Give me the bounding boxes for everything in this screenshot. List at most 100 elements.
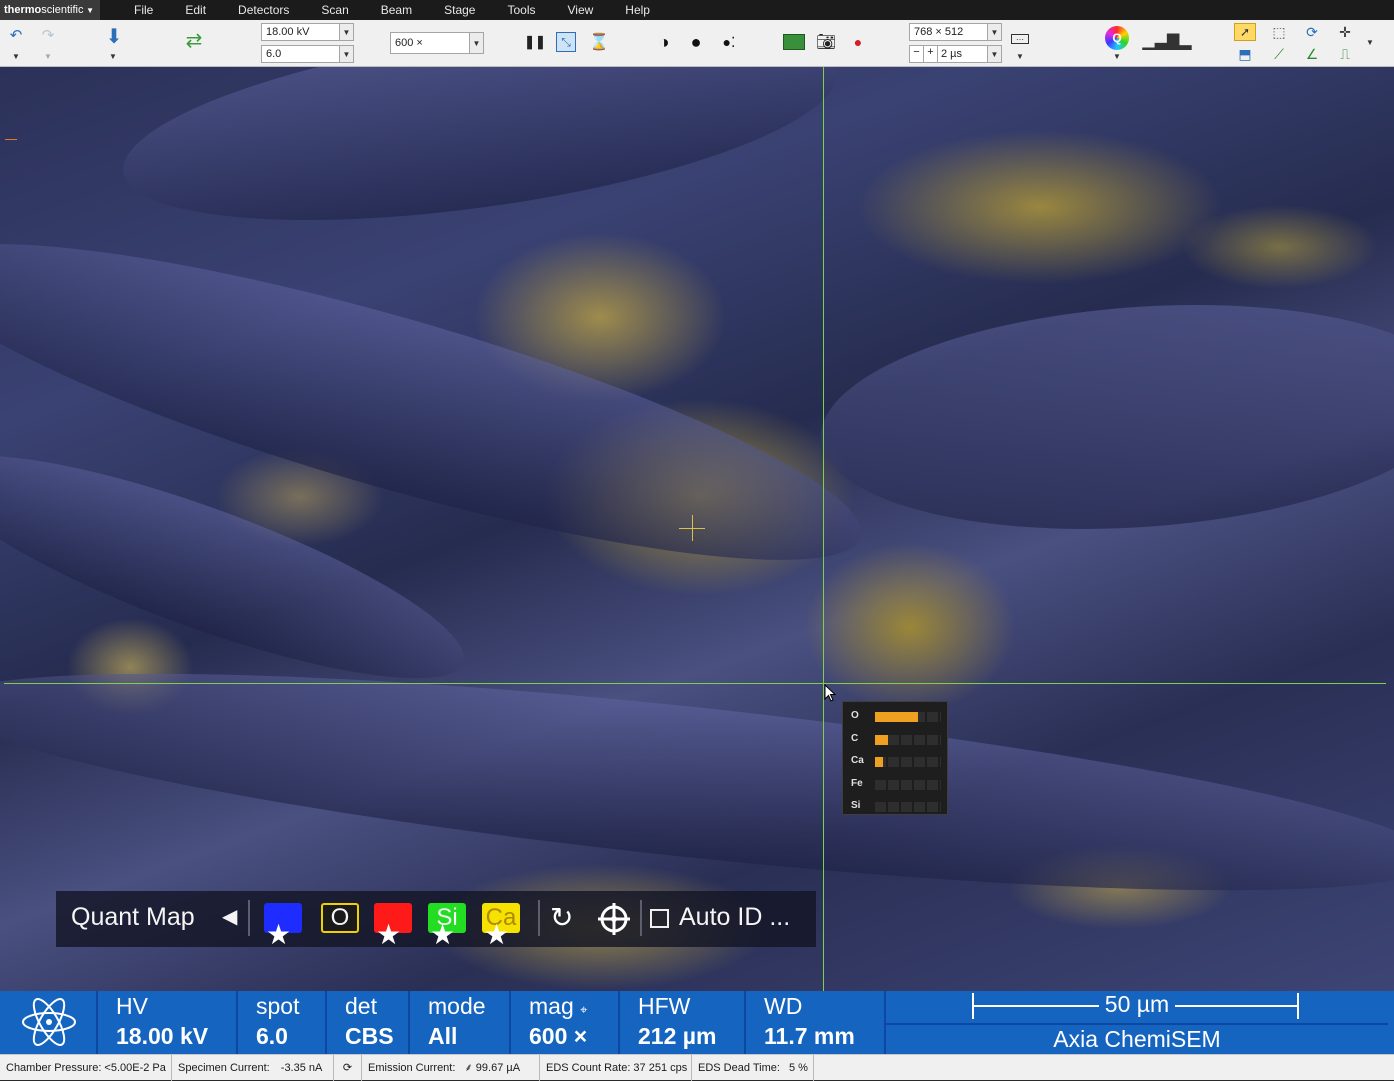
exchange-icon[interactable]: ⇄ [180,28,208,52]
brand-logo[interactable]: thermo scientific ▼ [0,0,100,20]
move-add-icon[interactable]: ✛ [1334,23,1356,41]
brightness-icon[interactable]: ● [686,32,706,52]
hv-combo[interactable]: 18.00 kV ▼ [261,23,354,41]
undo-icon[interactable]: ↶ [6,26,26,44]
eds-count-rate: EDS Count Rate: 37 251 cps [540,1055,692,1081]
auto-id-checkbox[interactable] [650,909,669,928]
hfw-value: 212 µm [638,1023,717,1049]
target-icon[interactable] [596,901,632,937]
readout-row-o: O [843,710,949,724]
readout-bar-track [875,802,941,812]
camera-icon[interactable]: 📷︎ [815,32,837,52]
crosshair-vertical [823,67,824,991]
separator [538,900,540,936]
histogram-icon[interactable]: ▁▃▇▂ [1142,28,1191,54]
tools-more-dropdown-icon[interactable]: ▼ [1366,38,1374,47]
scan-rotation-dropdown-icon[interactable]: ▼ [1016,52,1024,61]
menu-beam[interactable]: Beam [365,0,428,20]
quant-map-bar: Quant Map ◀ C ★ O Fe ★ Si ★ Ca ★ ↻ Auto ID ... [56,891,816,949]
record-icon[interactable]: ● [850,34,866,50]
instrument-name: Axia ChemiSEM [886,1023,1388,1053]
profile-icon[interactable]: ⎍ [1334,45,1356,63]
color-quant-dropdown-icon[interactable]: ▼ [1113,52,1121,61]
menu-stage[interactable]: Stage [428,0,491,20]
atom-logo[interactable] [0,991,98,1054]
resolution-combo-arrow-icon[interactable]: ▼ [987,24,1001,40]
status-bar: Chamber Pressure: <5.00E-2 Pa Specimen C… [0,1054,1394,1081]
scale-bar-label: 50 µm [1098,991,1176,1017]
area-icon[interactable]: ⬒ [1234,45,1256,63]
star-icon[interactable]: ★ [376,921,401,949]
eds-dead-time-value: 5 % [788,1062,808,1074]
redo-icon[interactable]: ↷ [38,26,58,44]
star-icon[interactable]: ★ [266,921,291,949]
snapshot-scan-icon[interactable]: ⌛ [589,32,609,52]
readout-element-label: Ca [851,755,864,766]
fiber-strand [813,284,1394,550]
crosshair-horizontal [4,683,1386,684]
auto-contrast-icon[interactable]: ●⁚ [718,32,740,52]
mode-cell: mode All [410,991,511,1054]
collapse-arrow-icon[interactable]: ◀ [222,904,237,929]
hv-value: 18.00 kV [116,1023,209,1049]
element-chip-o[interactable]: O [321,903,359,933]
magnification-combo-arrow-icon[interactable]: ▼ [469,33,483,53]
spot-combo-value: 6.0 [266,48,282,60]
menu-detectors[interactable]: Detectors [222,0,305,20]
reduced-area-icon[interactable]: ⤡ [556,32,576,52]
undo-dropdown-icon[interactable]: ▼ [12,52,20,61]
magnification-combo[interactable]: 600 × ▼ [390,32,484,54]
magnification-combo-value: 600 × [395,37,423,49]
line-measure-icon[interactable]: ⟋ [1268,45,1290,63]
auto-id-label[interactable]: Auto ID ... [679,903,790,932]
dwell-combo[interactable]: − + 2 µs ▼ [909,45,1002,63]
contrast-icon[interactable]: ◑ [654,32,674,52]
spot-label: spot [256,993,300,1019]
star-icon[interactable]: ★ [484,921,509,949]
emission-current-label: Emission Current: [368,1062,456,1074]
separator [640,900,642,936]
dwell-combo-arrow-icon[interactable]: ▼ [987,46,1001,62]
star-icon[interactable]: ★ [430,921,455,949]
det-cell: det CBS [327,991,410,1054]
spot-cell: spot 6.0 [238,991,327,1054]
sem-image-viewport[interactable]: O C Ca Fe Si Quant Map ◀ C ★ O Fe ★ Si ★ Ca ★ ↻ Auto… [0,67,1394,991]
spot-combo[interactable]: 6.0 ▼ [261,45,354,63]
color-quant-icon[interactable]: Q [1105,26,1129,50]
menu-edit[interactable]: Edit [169,0,222,20]
resolution-combo[interactable]: 768 × 512 ▼ [909,23,1002,41]
pause-icon[interactable]: ❚❚ [524,32,546,52]
scan-rotation-icon[interactable]: ⋯ [1011,34,1029,44]
menu-tools[interactable]: Tools [491,0,551,20]
specimen-current: Specimen Current: -3.35 nA [172,1055,334,1081]
rectangle-select-icon[interactable]: ⬚ [1268,23,1290,41]
mouse-cursor-icon [824,684,837,702]
sync-icon[interactable]: ⟳ [334,1055,362,1081]
quant-map-title: Quant Map [71,903,195,931]
download-icon[interactable]: ⬇ [102,24,126,48]
readout-row-ca: Ca [843,755,949,769]
hv-combo-arrow-icon[interactable]: ▼ [339,24,353,40]
spot-combo-arrow-icon[interactable]: ▼ [339,46,353,62]
hv-label: HV [116,993,148,1019]
wd-label: WD [764,993,803,1019]
lasso-icon[interactable]: ⟳ [1301,23,1323,41]
select-pointer-icon[interactable]: ➚ [1234,23,1256,41]
dwell-decrease-button[interactable]: − [910,46,924,62]
readout-row-si: Si [843,800,949,814]
beam-center-mark-h [679,528,705,529]
menu-help[interactable]: Help [609,0,666,20]
filament-icon: ⸙ [464,1062,473,1074]
refresh-icon[interactable]: ↻ [550,901,573,934]
menu-scan[interactable]: Scan [305,0,364,20]
angle-measure-icon[interactable]: ∠ [1301,45,1323,63]
dwell-increase-button[interactable]: + [924,46,938,62]
readout-bar-fill [875,734,889,745]
video-icon[interactable] [783,34,805,50]
download-dropdown-icon[interactable]: ▼ [109,52,117,61]
redo-dropdown-icon[interactable]: ▼ [44,52,52,61]
menu-file[interactable]: File [118,0,169,20]
data-bar: HV 18.00 kV spot 6.0 det CBS mode All ma… [0,991,1394,1054]
brand-name-b: scientific [41,4,84,16]
menu-view[interactable]: View [551,0,609,20]
